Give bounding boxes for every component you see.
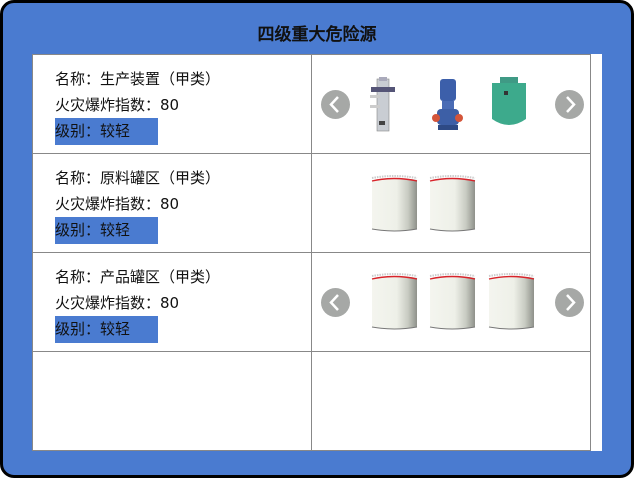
tank-image bbox=[429, 175, 476, 232]
carousel-next-button[interactable] bbox=[555, 288, 584, 317]
image-carousel bbox=[311, 252, 591, 352]
hazard-name: 名称：产品罐区（甲类） bbox=[55, 268, 221, 286]
green-vessel-image bbox=[492, 77, 526, 125]
chevron-right-icon bbox=[566, 96, 576, 113]
fire-index: 火灾爆炸指数：80 bbox=[55, 294, 180, 312]
tank-image bbox=[488, 273, 535, 330]
chevron-right-icon bbox=[566, 294, 576, 311]
table-row: 名称：产品罐区（甲类） 火灾爆炸指数：80 级别：较轻 bbox=[32, 252, 591, 352]
hazard-table-panel: 名称：生产装置（甲类） 火灾爆炸指数：80 级别：较轻 名称：原料罐区（甲类） … bbox=[32, 54, 602, 451]
chevron-left-icon bbox=[329, 294, 339, 311]
hazard-panel-frame: 四级重大危险源 名称：生产装置（甲类） 火灾爆炸指数：80 级别：较轻 名称：原… bbox=[0, 0, 634, 478]
table-row: 名称：生产装置（甲类） 火灾爆炸指数：80 级别：较轻 bbox=[32, 54, 591, 154]
tank-image bbox=[429, 273, 476, 330]
carousel-prev-button[interactable] bbox=[321, 288, 350, 317]
hazard-table: 名称：生产装置（甲类） 火灾爆炸指数：80 级别：较轻 名称：原料罐区（甲类） … bbox=[32, 54, 591, 451]
info-cell: 名称：产品罐区（甲类） 火灾爆炸指数：80 级别：较轻 bbox=[32, 252, 312, 352]
fire-index: 火灾爆炸指数：80 bbox=[55, 96, 180, 114]
empty-cell bbox=[32, 351, 312, 451]
carousel-prev-button[interactable] bbox=[321, 90, 350, 119]
column-equipment-image bbox=[370, 77, 395, 132]
fire-index: 火灾爆炸指数：80 bbox=[55, 195, 180, 213]
hazard-name: 名称：生产装置（甲类） bbox=[55, 70, 221, 88]
level-badge: 级别：较轻 bbox=[55, 118, 158, 145]
tank-image bbox=[371, 273, 418, 330]
carousel-next-button[interactable] bbox=[555, 90, 584, 119]
image-carousel bbox=[311, 153, 591, 253]
pump-image bbox=[432, 79, 463, 130]
panel-title: 四级重大危险源 bbox=[257, 25, 377, 45]
image-carousel bbox=[311, 54, 591, 154]
tank-image bbox=[371, 175, 418, 232]
level-badge: 级别：较轻 bbox=[55, 316, 158, 343]
hazard-name: 名称：原料罐区（甲类） bbox=[55, 169, 221, 187]
level-badge: 级别：较轻 bbox=[55, 217, 158, 244]
empty-cell bbox=[311, 351, 591, 451]
table-row bbox=[32, 351, 591, 451]
info-cell: 名称：原料罐区（甲类） 火灾爆炸指数：80 级别：较轻 bbox=[32, 153, 312, 253]
chevron-left-icon bbox=[329, 96, 339, 113]
info-cell: 名称：生产装置（甲类） 火灾爆炸指数：80 级别：较轻 bbox=[32, 54, 312, 154]
table-row: 名称：原料罐区（甲类） 火灾爆炸指数：80 级别：较轻 bbox=[32, 153, 591, 253]
